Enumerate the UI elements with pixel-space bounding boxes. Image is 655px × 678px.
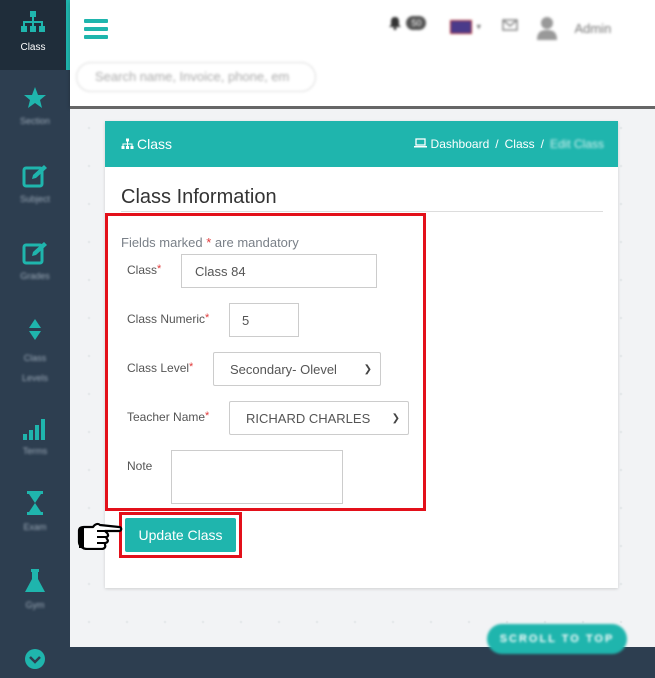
- avatar: [537, 17, 557, 40]
- language-flag-icon[interactable]: ▾: [450, 18, 481, 36]
- sort-icon: [29, 319, 41, 340]
- laptop-icon: [414, 138, 428, 148]
- star-icon: [24, 87, 46, 108]
- sidebar-item-class-levels[interactable]: Class Levels: [0, 318, 70, 388]
- hourglass-icon: [27, 491, 43, 515]
- sidebar-item-label: Gym: [25, 600, 45, 610]
- card-title: Class: [121, 136, 172, 152]
- chevron-circle-icon: [25, 649, 45, 669]
- edit-icon: [22, 242, 47, 265]
- sidebar-item-gym[interactable]: Gym: [0, 568, 70, 610]
- notification-count: 50: [406, 15, 427, 30]
- user-name: Admin: [574, 20, 612, 36]
- scroll-to-top-button[interactable]: SCROLL TO TOP: [487, 624, 627, 654]
- top-header: Search name, Invoice, phone, em 50 ▾ Adm…: [70, 0, 655, 109]
- sidebar-item-label: Grades: [20, 271, 50, 281]
- sidebar-item-label: Subject: [19, 194, 51, 204]
- breadcrumb: Dashboard / Class / Edit Class: [414, 137, 604, 151]
- bell-icon: [389, 16, 401, 30]
- update-class-button[interactable]: Update Class: [125, 518, 236, 552]
- sidebar: Class Section Subject Grades Class Level…: [0, 0, 70, 678]
- sidebar-item-terms[interactable]: Terms: [0, 418, 70, 456]
- sidebar-item-label: Class: [20, 42, 46, 53]
- sidebar-item-label: Class Levels: [21, 353, 48, 383]
- sidebar-item-grades[interactable]: Grades: [0, 241, 70, 281]
- sidebar-item-class[interactable]: Class: [0, 0, 70, 70]
- user-menu[interactable]: Admin: [536, 16, 611, 40]
- breadcrumb-class[interactable]: Class: [505, 137, 535, 151]
- section-title: Class Information: [121, 186, 277, 208]
- highlight-box-fields: [105, 213, 426, 511]
- card-title-text: Class: [137, 136, 173, 152]
- search-input[interactable]: Search name, Invoice, phone, em: [76, 62, 316, 92]
- sidebar-item-label: Exam: [23, 522, 47, 532]
- breadcrumb-current: Edit Class: [549, 137, 604, 151]
- sidebar-item-more[interactable]: [0, 648, 70, 670]
- notification-bell[interactable]: 50: [388, 14, 427, 32]
- breadcrumb-dashboard[interactable]: Dashboard: [431, 137, 490, 151]
- sidebar-item-subject[interactable]: Subject: [0, 164, 70, 204]
- divider: [121, 211, 603, 212]
- sitemap-icon: [121, 138, 134, 149]
- sitemap-icon: [21, 11, 45, 32]
- flask-icon: [25, 569, 45, 592]
- edit-icon: [22, 165, 47, 188]
- mail-icon[interactable]: [502, 18, 518, 36]
- signal-icon: [23, 419, 45, 440]
- sidebar-item-label: Section: [19, 116, 51, 126]
- sidebar-item-exam[interactable]: Exam: [0, 490, 70, 532]
- menu-toggle-icon[interactable]: [84, 19, 108, 39]
- card-header: Class Dashboard / Class / Edit Class: [105, 121, 618, 167]
- sidebar-item-section[interactable]: Section: [0, 86, 70, 126]
- chevron-down-icon: ▾: [476, 21, 481, 32]
- sidebar-item-label: Terms: [22, 446, 48, 456]
- pointing-hand-icon: [77, 522, 123, 550]
